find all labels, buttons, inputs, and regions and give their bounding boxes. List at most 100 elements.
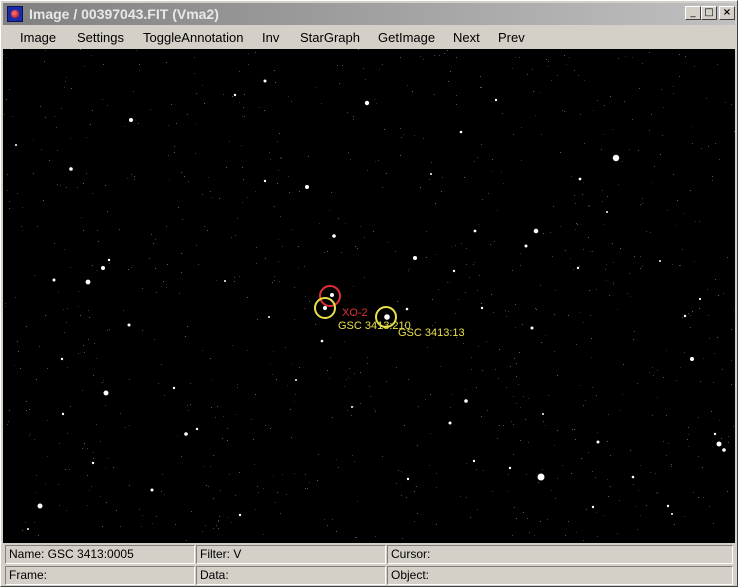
- noise-pixel: [518, 384, 519, 385]
- noise-pixel: [525, 419, 526, 420]
- noise-pixel: [369, 386, 370, 387]
- noise-pixel: [718, 295, 719, 296]
- star: [716, 441, 722, 447]
- noise-pixel: [692, 311, 693, 312]
- noise-pixel: [606, 280, 607, 281]
- noise-pixel: [407, 85, 408, 86]
- noise-pixel: [256, 247, 257, 248]
- noise-pixel: [257, 486, 258, 487]
- star: [530, 326, 534, 330]
- noise-pixel: [96, 358, 97, 359]
- noise-pixel: [298, 246, 299, 247]
- noise-pixel: [566, 64, 567, 65]
- menu-inv[interactable]: Inv: [262, 30, 279, 46]
- noise-pixel: [481, 144, 482, 145]
- noise-pixel: [649, 52, 650, 53]
- menu-get-image[interactable]: GetImage: [378, 30, 435, 46]
- noise-pixel: [84, 66, 85, 67]
- star-field-canvas[interactable]: XO-2 GSC 3413:210 GSC 3413:13: [3, 49, 735, 543]
- noise-pixel: [441, 191, 442, 192]
- noise-pixel: [553, 206, 554, 207]
- noise-pixel: [703, 358, 704, 359]
- menu-image[interactable]: Image: [20, 30, 56, 46]
- noise-pixel: [596, 512, 597, 513]
- noise-pixel: [374, 99, 375, 100]
- noise-pixel: [12, 116, 13, 117]
- menu-bar: Image Settings ToggleAnnotation Inv Star…: [3, 27, 735, 49]
- noise-pixel: [66, 187, 67, 188]
- noise-pixel: [640, 268, 641, 269]
- maximize-button[interactable]: □: [701, 6, 717, 20]
- noise-pixel: [234, 281, 235, 282]
- noise-pixel: [338, 218, 339, 219]
- noise-pixel: [177, 435, 178, 436]
- noise-pixel: [70, 267, 71, 268]
- noise-pixel: [543, 421, 544, 422]
- menu-settings[interactable]: Settings: [77, 30, 124, 46]
- noise-pixel: [451, 394, 452, 395]
- noise-pixel: [423, 59, 424, 60]
- noise-pixel: [272, 282, 273, 283]
- noise-pixel: [82, 448, 83, 449]
- noise-pixel: [499, 349, 500, 350]
- noise-pixel: [270, 428, 271, 429]
- noise-pixel: [329, 378, 330, 379]
- noise-pixel: [223, 416, 224, 417]
- noise-pixel: [592, 471, 593, 472]
- star: [351, 406, 353, 408]
- noise-pixel: [580, 114, 581, 115]
- noise-pixel: [684, 213, 685, 214]
- noise-pixel: [217, 406, 218, 407]
- noise-pixel: [280, 158, 281, 159]
- noise-pixel: [708, 146, 709, 147]
- noise-pixel: [274, 280, 275, 281]
- noise-pixel: [471, 357, 472, 358]
- noise-pixel: [473, 264, 474, 265]
- noise-pixel: [45, 117, 46, 118]
- noise-pixel: [456, 95, 457, 96]
- star: [631, 475, 635, 479]
- noise-pixel: [136, 50, 137, 51]
- noise-pixel: [684, 352, 685, 353]
- noise-pixel: [652, 415, 653, 416]
- noise-pixel: [578, 75, 579, 76]
- noise-pixel: [688, 434, 689, 435]
- menu-next[interactable]: Next: [453, 30, 480, 46]
- title-bar[interactable]: Image / 00397043.FIT (Vma2) _ □ ×: [3, 3, 735, 25]
- star: [184, 432, 188, 436]
- noise-pixel: [458, 299, 459, 300]
- noise-pixel: [354, 461, 355, 462]
- noise-pixel: [181, 253, 182, 254]
- close-button[interactable]: ×: [719, 6, 735, 20]
- noise-pixel: [128, 269, 129, 270]
- noise-pixel: [636, 506, 637, 507]
- noise-pixel: [350, 159, 351, 160]
- menu-toggle-annotation[interactable]: ToggleAnnotation: [143, 30, 243, 46]
- noise-pixel: [81, 217, 82, 218]
- star: [537, 473, 545, 481]
- noise-pixel: [429, 465, 430, 466]
- noise-pixel: [304, 308, 305, 309]
- menu-prev[interactable]: Prev: [498, 30, 525, 46]
- minimize-button[interactable]: _: [685, 6, 701, 20]
- noise-pixel: [469, 277, 470, 278]
- noise-pixel: [155, 268, 156, 269]
- noise-pixel: [26, 410, 27, 411]
- noise-pixel: [7, 424, 8, 425]
- noise-pixel: [719, 159, 720, 160]
- status-data: Data:: [196, 566, 386, 585]
- noise-pixel: [713, 523, 714, 524]
- noise-pixel: [533, 91, 534, 92]
- noise-pixel: [580, 312, 581, 313]
- noise-pixel: [227, 428, 228, 429]
- noise-pixel: [92, 265, 93, 266]
- app-icon[interactable]: [7, 6, 23, 22]
- star: [698, 297, 702, 301]
- noise-pixel: [589, 205, 590, 206]
- noise-pixel: [673, 93, 674, 94]
- menu-star-graph[interactable]: StarGraph: [300, 30, 360, 46]
- noise-pixel: [33, 140, 34, 141]
- noise-pixel: [305, 474, 306, 475]
- noise-pixel: [581, 458, 582, 459]
- star-field-image[interactable]: XO-2 GSC 3413:210 GSC 3413:13: [3, 49, 735, 543]
